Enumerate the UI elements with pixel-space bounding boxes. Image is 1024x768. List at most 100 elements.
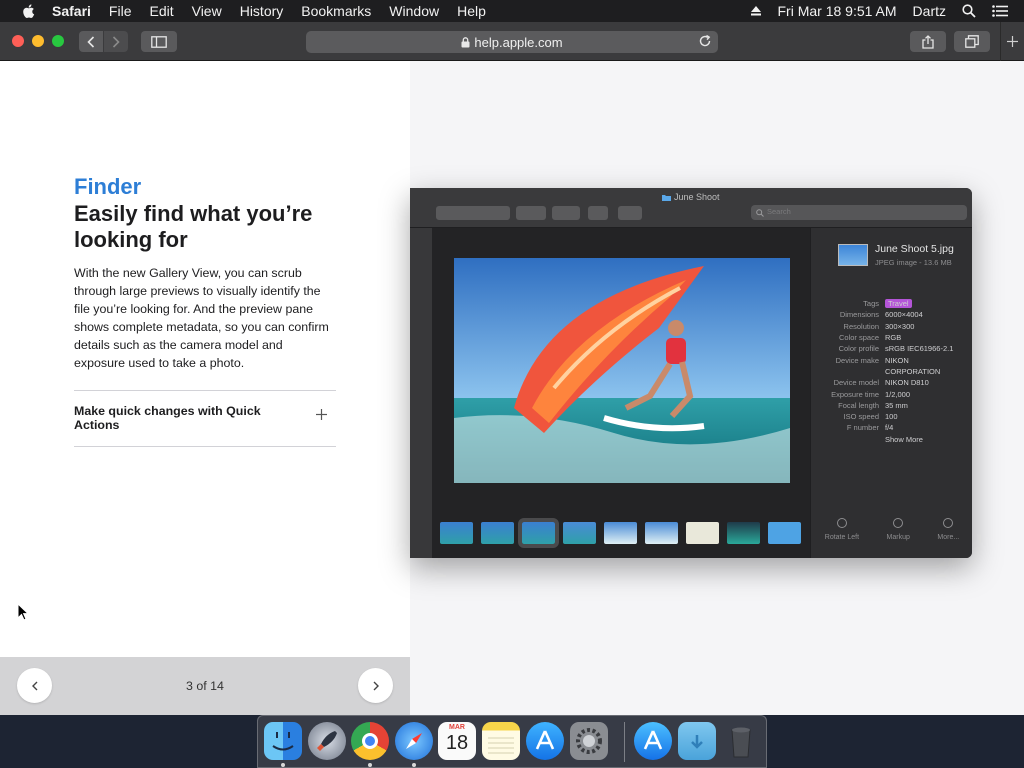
app-store-icon[interactable] [526, 722, 564, 760]
menu-clock[interactable]: Fri Mar 18 9:51 AM [778, 3, 897, 19]
menu-app-name[interactable]: Safari [52, 3, 91, 19]
metadata-row: Tags Travel [811, 298, 972, 309]
thumbnail [727, 522, 760, 544]
running-indicator [412, 763, 416, 767]
metadata-row: Focal length 35 mm [838, 400, 908, 410]
plus-icon [1007, 36, 1018, 47]
menu-user[interactable]: Dartz [913, 3, 946, 19]
window-close-button[interactable] [12, 35, 24, 47]
article-panel: Finder Easily find what you’re looking f… [0, 61, 410, 715]
search-icon [756, 208, 764, 217]
file-icon [838, 244, 868, 266]
menu-history[interactable]: History [240, 3, 284, 19]
rotate-left-action: Rotate Left [825, 518, 859, 541]
finder-share-button [588, 206, 608, 220]
sidebar-toggle-button[interactable] [141, 31, 177, 52]
trash-icon[interactable] [722, 722, 760, 760]
lock-icon [461, 36, 470, 47]
thumbnail-selected [518, 518, 559, 548]
menu-help[interactable]: Help [457, 3, 486, 19]
calendar-month: MAR [449, 724, 465, 731]
launchpad-icon[interactable] [308, 722, 346, 760]
forward-button[interactable] [104, 31, 128, 52]
metadata-row: Resolution 300×300 [843, 321, 915, 331]
divider [74, 390, 336, 391]
metadata-row: Color profile sRGB IEC61966-2.1 [838, 344, 954, 354]
notes-lines-icon [488, 737, 514, 754]
finder-face-icon [272, 732, 294, 751]
chevron-right-icon [373, 681, 379, 690]
menu-edit[interactable]: Edit [149, 3, 173, 19]
tag-button [618, 206, 642, 220]
menu-view[interactable]: View [192, 3, 222, 19]
finder-icon[interactable] [264, 722, 302, 760]
share-icon [922, 34, 934, 49]
safari-toolbar: help.apple.com [0, 22, 1024, 61]
group-button [516, 206, 546, 220]
next-slide-button[interactable] [358, 668, 393, 703]
slide-counter: 3 of 14 [186, 679, 224, 693]
new-tab-button[interactable] [1000, 22, 1024, 61]
share-button[interactable] [910, 31, 946, 52]
chevron-left-icon [31, 681, 37, 690]
markup-icon [893, 518, 904, 528]
metadata-row: Show More [811, 434, 972, 445]
reload-icon[interactable] [698, 34, 712, 48]
safari-icon[interactable] [395, 722, 433, 760]
gallery-thumbnail-strip [440, 518, 809, 548]
gear-icon [576, 728, 602, 754]
windsurfer-photo [454, 258, 790, 483]
action-gear-button [552, 206, 580, 220]
eject-icon[interactable] [750, 5, 762, 17]
gallery-pager-bar: 3 of 14 [0, 657, 410, 715]
notification-center-icon[interactable] [992, 5, 1008, 17]
finder-preview-pane: June Shoot 5.jpg JPEG image - 13.6 MB Ta… [810, 228, 972, 558]
chevron-left-icon [87, 35, 95, 48]
finder-search-placeholder: Search [767, 207, 791, 216]
spotlight-search-icon[interactable] [962, 4, 976, 18]
dock: MAR 18 [257, 715, 767, 768]
menu-bookmarks[interactable]: Bookmarks [301, 3, 371, 19]
thumbnail [686, 522, 719, 544]
menu-bar: Safari File Edit View History Bookmarks … [0, 0, 1024, 22]
more-action: More... [937, 518, 959, 541]
running-indicator [368, 763, 372, 767]
metadata-list: Tags Travel Dimensions 6000×4004 Resolutio… [811, 298, 972, 445]
back-button[interactable] [79, 31, 103, 52]
compass-icon [406, 733, 422, 749]
window-minimize-button[interactable] [32, 35, 44, 47]
thumbnail [481, 522, 514, 544]
show-tabs-button[interactable] [954, 31, 990, 52]
app-store-a-icon [535, 730, 555, 750]
thumbnail [604, 522, 637, 544]
notes-icon[interactable] [482, 722, 520, 760]
expand-plus-icon[interactable] [316, 409, 327, 420]
calendar-icon[interactable]: MAR 18 [438, 722, 476, 760]
article-kicker: Finder [74, 174, 142, 199]
app-store-download-icon[interactable] [634, 722, 672, 760]
metadata-row: Device model NIKON D810 [833, 378, 929, 388]
view-mode-segmented-control [436, 206, 510, 220]
trash-can-icon [731, 727, 751, 758]
menu-window[interactable]: Window [389, 3, 439, 19]
metadata-row: Color space RGB [838, 333, 902, 343]
running-indicator [281, 763, 285, 767]
downloads-folder-icon[interactable] [678, 722, 716, 760]
metadata-row: Dimensions 6000×4004 [839, 310, 923, 320]
preview-file-kind: JPEG image - 13.6 MB [875, 258, 952, 267]
address-bar[interactable]: help.apple.com [306, 31, 718, 53]
system-preferences-icon[interactable] [570, 722, 608, 760]
thumbnail [563, 522, 596, 544]
finder-window-title: June Shoot [673, 192, 720, 202]
chrome-icon[interactable] [351, 722, 389, 760]
metadata-row: F number f/4 [846, 423, 894, 433]
folder-icon [662, 195, 672, 201]
quick-actions-accordion[interactable]: Make quick changes with Quick Actions [74, 404, 294, 432]
menu-file[interactable]: File [109, 3, 132, 19]
window-zoom-button[interactable] [52, 35, 64, 47]
article-body: With the new Gallery View, you can scrub… [74, 266, 329, 370]
sidebar-icon [151, 35, 167, 48]
apple-menu-icon[interactable] [20, 2, 38, 20]
finder-search-field: Search [751, 205, 967, 220]
previous-slide-button[interactable] [17, 668, 52, 703]
